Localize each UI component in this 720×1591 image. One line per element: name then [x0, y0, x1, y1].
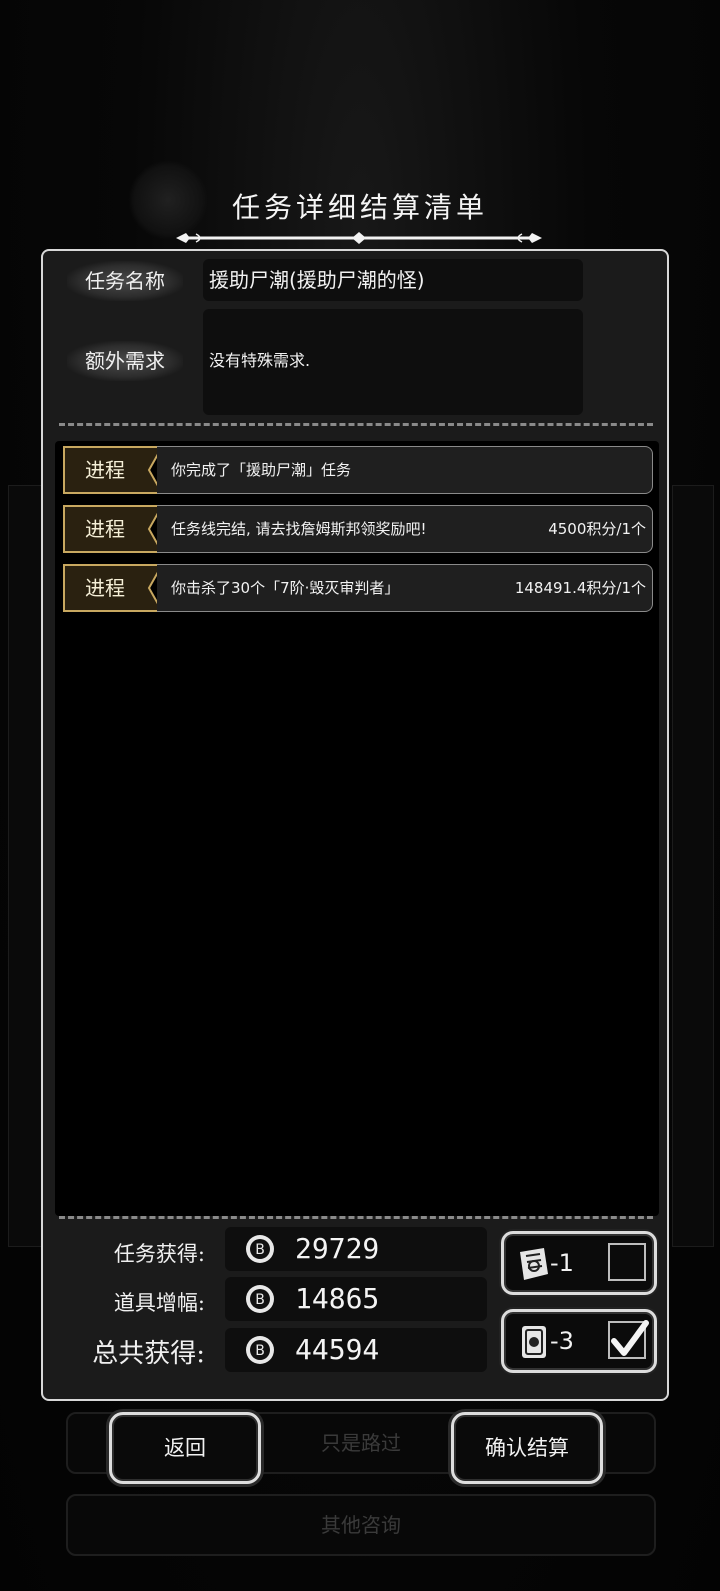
- scroll-item-toggle[interactable]: -1: [501, 1231, 657, 1295]
- task-earn-value: 29729: [295, 1232, 380, 1265]
- coin-icon: B: [246, 1336, 274, 1364]
- progress-tag: 进程: [63, 563, 163, 613]
- extra-requirement-label: 额外需求: [67, 341, 183, 381]
- scroll-item-checkbox[interactable]: [608, 1243, 646, 1281]
- progress-row-body: 你完成了「援助尸潮」任务: [157, 446, 653, 494]
- settlement-panel: 任务名称 援助尸潮(援助尸潮的怪) 额外需求 没有特殊需求. 进程 你完成了「援…: [41, 249, 669, 1401]
- card-item-checkbox[interactable]: [608, 1320, 649, 1359]
- progress-text: 任务线完结, 请去找詹姆斯邦领奖励吧!: [171, 520, 427, 538]
- progress-reward: 4500积分/1个: [548, 520, 646, 538]
- total-earn-value: 44594: [295, 1333, 380, 1366]
- progress-text: 你击杀了30个「7阶·毁灭审判者」: [171, 579, 400, 597]
- extra-requirement-value: 没有特殊需求.: [203, 309, 583, 415]
- coin-icon: B: [246, 1235, 274, 1263]
- background-right-panel: [672, 485, 714, 1247]
- list-item: 进程 你击杀了30个「7阶·毁灭审判者」 148491.4积分/1个: [63, 563, 653, 613]
- confirm-settlement-button[interactable]: 确认结算: [451, 1412, 603, 1484]
- card-item-toggle[interactable]: -3: [501, 1309, 657, 1373]
- coin-icon: B: [246, 1285, 274, 1313]
- svg-text:B: B: [255, 1242, 265, 1258]
- scroll-icon: [520, 1248, 548, 1280]
- progress-row-body: 任务线完结, 请去找詹姆斯邦领奖励吧! 4500积分/1个: [157, 505, 653, 553]
- task-name-label: 任务名称: [67, 261, 183, 301]
- progress-row-body: 你击杀了30个「7阶·毁灭审判者」 148491.4积分/1个: [157, 564, 653, 612]
- title-ornament: [176, 232, 542, 244]
- scroll-item-count: -1: [550, 1249, 574, 1277]
- total-earn-box: B 44594: [225, 1328, 487, 1372]
- list-item: 进程 你完成了「援助尸潮」任务: [63, 445, 653, 495]
- progress-tag: 进程: [63, 504, 163, 554]
- item-boost-label: 道具增幅:: [113, 1291, 205, 1315]
- item-boost-value: 14865: [295, 1282, 380, 1315]
- card-icon: [522, 1326, 546, 1358]
- divider-top: [59, 423, 653, 426]
- dialog-title: 任务详细结算清单: [231, 191, 488, 224]
- back-button[interactable]: 返回: [109, 1412, 261, 1484]
- background-option-other: 其他咨询: [66, 1494, 656, 1556]
- svg-text:B: B: [255, 1292, 265, 1308]
- list-item: 进程 任务线完结, 请去找詹姆斯邦领奖励吧! 4500积分/1个: [63, 504, 653, 554]
- item-boost-box: B 14865: [225, 1277, 487, 1321]
- progress-list[interactable]: 进程 你完成了「援助尸潮」任务 进程 任务线完结, 请去找詹姆斯邦领奖励吧! 4…: [55, 441, 659, 1216]
- checkmark-icon: [611, 1320, 649, 1356]
- task-earn-box: B 29729: [225, 1227, 487, 1271]
- task-name-value: 援助尸潮(援助尸潮的怪): [203, 259, 583, 301]
- task-earn-label: 任务获得:: [113, 1242, 205, 1266]
- divider-bottom: [59, 1216, 653, 1219]
- svg-text:B: B: [255, 1343, 265, 1359]
- total-earn-label: 总共获得:: [92, 1339, 205, 1369]
- progress-tag: 进程: [63, 445, 163, 495]
- progress-text: 你完成了「援助尸潮」任务: [171, 461, 352, 479]
- progress-reward: 148491.4积分/1个: [514, 579, 646, 597]
- card-item-count: -3: [550, 1327, 574, 1355]
